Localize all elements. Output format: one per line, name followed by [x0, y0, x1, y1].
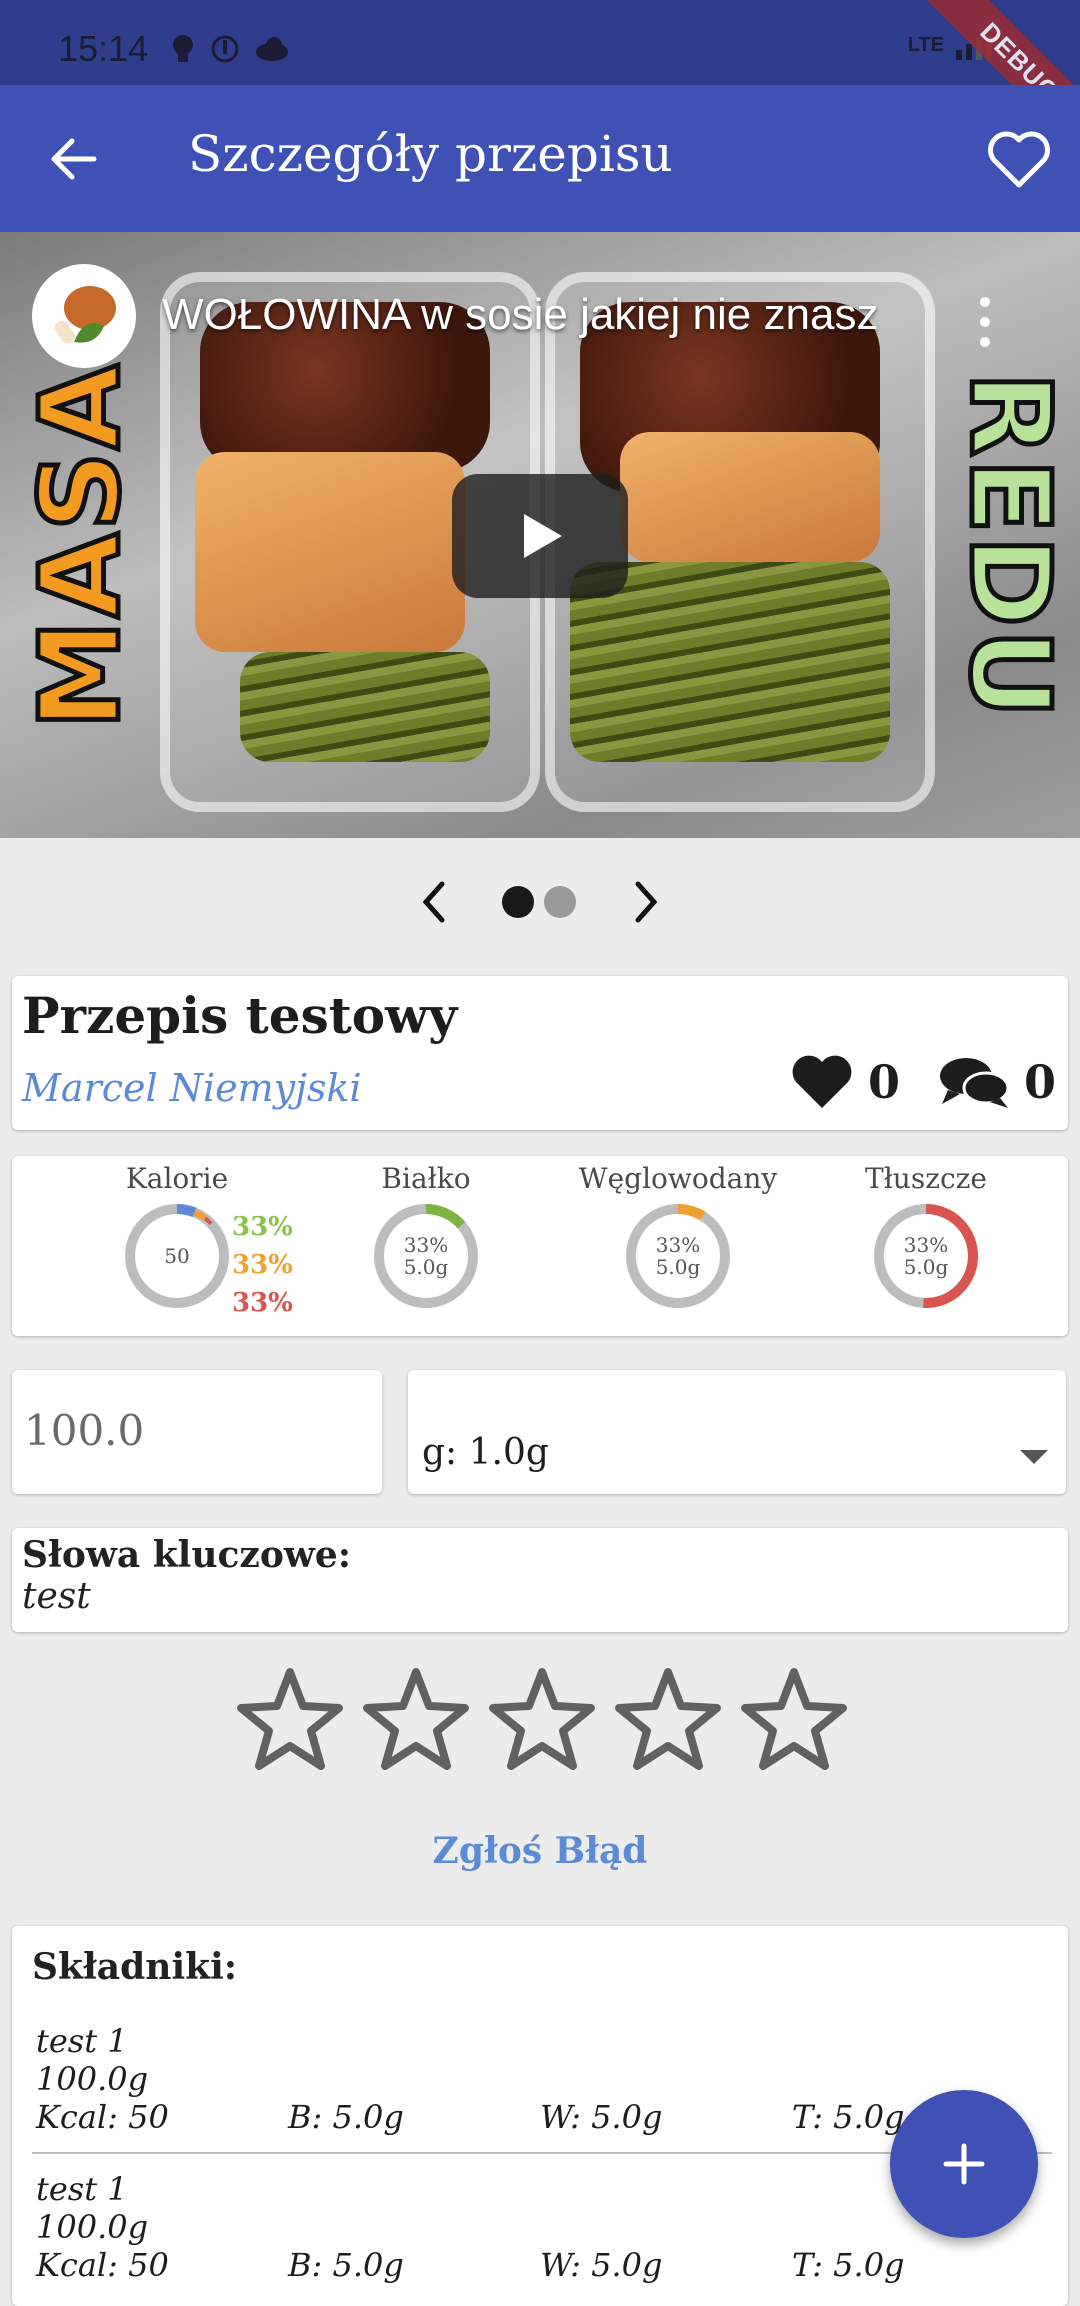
amount-field[interactable]: 100.0: [12, 1370, 382, 1494]
page-title: Szczegóły przepisu: [188, 125, 673, 183]
protein-label: Białko: [381, 1162, 471, 1195]
favorite-heart-icon[interactable]: [984, 125, 1054, 195]
ingredient-amount: 100.0g: [36, 2208, 149, 2246]
star-outline-icon[interactable]: [234, 1664, 346, 1776]
carbs-percent: 33%: [232, 1250, 293, 1280]
back-arrow-icon[interactable]: [44, 129, 104, 189]
ingredient-fat: T: 5.0g: [792, 2246, 905, 2284]
comments-icon: [939, 1058, 1010, 1108]
carbs-ring: 33% 5.0g: [623, 1201, 733, 1311]
protein-ring: 33% 5.0g: [371, 1201, 481, 1311]
video-word-right: REDU: [944, 369, 1077, 722]
ingredient-carbs: W: 5.0g: [540, 2098, 663, 2136]
status-bar: 15:14 LTE DEBUG: [0, 0, 1080, 170]
carousel-dot-active[interactable]: [502, 886, 534, 918]
star-outline-icon[interactable]: [486, 1664, 598, 1776]
channel-avatar[interactable]: [32, 264, 136, 368]
add-fab-button[interactable]: [890, 2090, 1038, 2238]
unit-selected-value: g: 1.0g: [422, 1432, 549, 1473]
ingredient-protein: B: 5.0g: [288, 2098, 404, 2136]
plus-icon: [943, 2143, 985, 2185]
ingredients-title: Składniki:: [32, 1946, 238, 1988]
nutrition-card: Kalorie 50 33% 33% 33% Białko 33% 5.0g W…: [12, 1156, 1068, 1336]
notification-icons: [170, 34, 290, 64]
potatoes-right: [620, 432, 880, 562]
carbs-grams: 5.0g: [655, 1255, 701, 1279]
carbs-pct: 33%: [655, 1233, 701, 1257]
ingredient-amount: 100.0g: [36, 2060, 149, 2098]
fat-block: Tłuszcze 33% 5.0g: [846, 1162, 1006, 1311]
more-vert-icon[interactable]: [970, 292, 1000, 352]
keywords-value: test: [22, 1576, 91, 1617]
comments-group[interactable]: 0: [938, 1054, 1056, 1110]
carousel-dot[interactable]: [544, 886, 576, 918]
calories-label: Kalorie: [125, 1162, 229, 1195]
star-outline-icon[interactable]: [360, 1664, 472, 1776]
potatoes-left: [195, 452, 465, 652]
calories-block: Kalorie 50: [102, 1162, 252, 1311]
recipe-title: Przepis testowy: [22, 986, 458, 1045]
ingredient-kcal: Kcal: 50: [36, 2246, 169, 2284]
carousel-prev-icon[interactable]: [410, 874, 460, 930]
likes-count: 0: [867, 1055, 900, 1109]
ingredient-protein: B: 5.0g: [288, 2246, 404, 2284]
fat-grams: 5.0g: [903, 1255, 949, 1279]
beans-left: [240, 652, 490, 762]
dropdown-arrow-icon: [1020, 1450, 1048, 1464]
star-outline-icon[interactable]: [612, 1664, 724, 1776]
recipe-author[interactable]: Marcel Niemyjski: [22, 1066, 362, 1110]
protein-grams: 5.0g: [403, 1255, 449, 1279]
star-outline-icon[interactable]: [738, 1664, 850, 1776]
carbs-block: Węglowodany 33% 5.0g: [568, 1162, 788, 1311]
ingredient-name: test 1: [36, 2022, 128, 2060]
likes-group[interactable]: 0: [790, 1054, 900, 1110]
power-icon: [211, 35, 239, 63]
carbs-label: Węglowodany: [578, 1162, 778, 1195]
protein-percent: 33%: [232, 1212, 293, 1242]
drumstick-logo-icon: [54, 286, 116, 344]
ingredient-kcal: Kcal: 50: [36, 2098, 169, 2136]
fat-percent: 33%: [232, 1288, 293, 1318]
calories-percentages: 33% 33% 33%: [232, 1208, 293, 1322]
video-player[interactable]: MASA REDU WOŁOWINA w sosie jakiej nie zn…: [0, 232, 1080, 838]
keywords-card: Słowa kluczowe: test: [12, 1528, 1068, 1632]
recipe-header-card: Przepis testowy Marcel Niemyjski 0 0: [12, 976, 1068, 1130]
fat-ring: 33% 5.0g: [871, 1201, 981, 1311]
amount-value: 100.0: [24, 1406, 145, 1455]
heart-icon: [792, 1055, 852, 1108]
ingredient-item[interactable]: test 1 100.0g Kcal: 50 B: 5.0g W: 5.0g T…: [36, 2022, 1046, 2136]
app-bar: Szczegóły przepisu: [0, 85, 1080, 232]
report-error-button[interactable]: Zgłoś Błąd: [0, 1830, 1080, 1872]
play-icon: [524, 514, 562, 558]
keywords-label: Słowa kluczowe:: [22, 1534, 352, 1576]
protein-block: Białko 33% 5.0g: [356, 1162, 496, 1311]
recipe-stats: 0 0: [764, 1054, 1056, 1110]
play-button[interactable]: [452, 474, 628, 598]
bulb-icon: [173, 35, 193, 62]
status-time: 15:14: [58, 28, 149, 69]
rating-stars: [234, 1664, 850, 1776]
fat-label: Tłuszcze: [865, 1162, 987, 1195]
network-label: LTE: [907, 33, 944, 56]
video-title[interactable]: WOŁOWINA w sosie jakiej nie znasz: [162, 290, 932, 340]
protein-pct: 33%: [403, 1233, 449, 1257]
fat-pct: 33%: [903, 1233, 949, 1257]
video-word-left: MASA: [14, 360, 147, 732]
calories-ring: 50: [122, 1201, 232, 1311]
carousel-next-icon[interactable]: [620, 874, 670, 930]
calories-value: 50: [164, 1244, 190, 1268]
ingredient-carbs: W: 5.0g: [540, 2246, 663, 2284]
unit-dropdown[interactable]: g: 1.0g: [408, 1370, 1066, 1494]
cloud-icon: [256, 37, 288, 61]
comments-count: 0: [1023, 1055, 1056, 1109]
